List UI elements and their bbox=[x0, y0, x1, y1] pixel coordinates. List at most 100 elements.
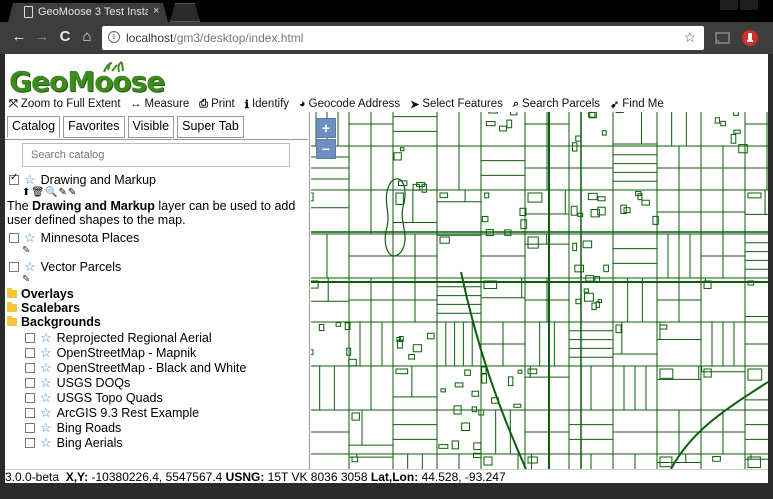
minimize-button[interactable] bbox=[720, 0, 738, 10]
parcel-outline bbox=[392, 453, 438, 469]
parcel-outline bbox=[612, 189, 658, 235]
parcel-outline bbox=[351, 456, 359, 463]
parcel-outline bbox=[438, 444, 449, 449]
favorite-star-icon[interactable]: ☆ bbox=[24, 172, 36, 188]
parcel-outline bbox=[597, 299, 603, 304]
usng-label: USNG: bbox=[225, 470, 265, 483]
parcel-outline bbox=[481, 366, 487, 374]
address-bar[interactable]: i localhost/gm3/desktop/index.html ☆ bbox=[102, 26, 704, 50]
favorite-star-icon[interactable]: ☆ bbox=[40, 420, 52, 436]
cast-icon[interactable] bbox=[714, 29, 732, 47]
layer-checkbox[interactable] bbox=[9, 172, 19, 185]
parcel-outline bbox=[601, 130, 607, 136]
wrench-icon[interactable]: ✎ bbox=[22, 274, 30, 285]
maximize-button[interactable] bbox=[740, 0, 758, 10]
folder-label: Overlays bbox=[21, 287, 74, 301]
forward-icon[interactable]: → bbox=[33, 28, 51, 46]
usng-value: 15T VK 8036 3058 bbox=[267, 470, 368, 483]
favorite-star-icon[interactable]: ☆ bbox=[40, 345, 52, 361]
favorite-star-icon[interactable]: ☆ bbox=[40, 390, 52, 406]
layer-checkbox[interactable] bbox=[9, 233, 19, 243]
parcel-outline bbox=[583, 292, 594, 302]
close-tab-icon[interactable]: × bbox=[153, 5, 159, 17]
toolbar-print[interactable]: ⎙ Print bbox=[199, 96, 234, 112]
layer-checkbox[interactable] bbox=[25, 438, 35, 448]
parcel-outline bbox=[412, 344, 423, 353]
document-icon bbox=[24, 6, 33, 18]
parcel-outline bbox=[744, 233, 768, 279]
layer-checkbox[interactable] bbox=[25, 348, 35, 358]
toolbar-geocode-address[interactable]: ◕ Geocode Address bbox=[299, 96, 400, 112]
tab-favorites[interactable]: Favorites bbox=[63, 116, 125, 138]
layer-checkbox[interactable] bbox=[25, 378, 35, 388]
site-info-icon[interactable]: i bbox=[108, 31, 120, 43]
favorite-star-icon[interactable]: ☆ bbox=[40, 435, 52, 451]
favorite-star-icon[interactable]: ☆ bbox=[24, 230, 36, 246]
parcel-outline bbox=[485, 121, 496, 127]
parcel-outline bbox=[582, 240, 593, 249]
layer-label: Bing Aerials bbox=[56, 436, 123, 450]
favorite-star-icon[interactable]: ☆ bbox=[40, 375, 52, 391]
layer-checkbox[interactable] bbox=[25, 408, 35, 418]
toolbar-identify[interactable]: ℹ Identify bbox=[245, 96, 289, 112]
wrench-icon[interactable]: ✎ bbox=[22, 245, 30, 256]
layer-checkbox[interactable] bbox=[25, 393, 35, 403]
parcel-outline bbox=[659, 324, 668, 330]
toolbar-search-parcels[interactable]: ⌕ Search Parcels bbox=[513, 96, 600, 112]
drawing-tools[interactable]: ⬆🗑🔍✎✎ bbox=[22, 187, 77, 198]
background-layer-item: ☆ Reprojected Regional Aerial bbox=[25, 330, 212, 346]
parcel-outline bbox=[720, 120, 726, 127]
folder-backgrounds[interactable]: Backgrounds bbox=[7, 315, 101, 329]
tab-super-tab[interactable]: Super Tab bbox=[177, 116, 244, 138]
toolbar-label: Print bbox=[211, 98, 235, 110]
map-view[interactable]: + − bbox=[311, 112, 768, 469]
parcel-outline bbox=[714, 117, 721, 124]
favorite-star-icon[interactable]: ☆ bbox=[40, 330, 52, 346]
parcel-outline bbox=[656, 365, 702, 411]
layer-checkbox[interactable] bbox=[9, 262, 19, 272]
parcel-outline bbox=[712, 456, 721, 462]
tab-divider bbox=[5, 139, 308, 140]
toolbar-measure[interactable]: ↔ Measure bbox=[131, 96, 190, 112]
folder-scalebars[interactable]: Scalebars bbox=[7, 301, 80, 315]
parcel-outline bbox=[392, 409, 438, 455]
catalog-search-input[interactable] bbox=[22, 143, 290, 167]
parcel-outline bbox=[439, 236, 450, 244]
browser-tab[interactable]: GeoMoose 3 Test Instance × bbox=[8, 3, 168, 22]
background-layer-item: ☆ USGS DOQs bbox=[25, 375, 130, 391]
parcel-map bbox=[311, 112, 768, 469]
layer-checkbox[interactable] bbox=[25, 363, 35, 373]
favorite-star-icon[interactable]: ☆ bbox=[40, 405, 52, 421]
toolbar-zoom-to-full-extent[interactable]: ⤧ Zoom to Full Extent bbox=[9, 96, 121, 112]
toolbar-select-features[interactable]: ➤ Select Features bbox=[410, 96, 503, 112]
layer-checkbox[interactable] bbox=[25, 333, 35, 343]
zoom-out-button[interactable]: − bbox=[316, 139, 336, 159]
favorite-star-icon[interactable]: ☆ bbox=[40, 360, 52, 376]
favorite-star-icon[interactable]: ☆ bbox=[24, 259, 36, 275]
parcel-outline bbox=[480, 409, 526, 455]
tab-catalog[interactable]: Catalog bbox=[7, 116, 61, 138]
parcel-outline bbox=[577, 212, 584, 217]
back-icon[interactable]: ← bbox=[10, 28, 28, 46]
latlon-value: 44.528, -93.247 bbox=[421, 470, 506, 483]
toolbar-find-me[interactable]: ➶ Find Me bbox=[610, 96, 664, 112]
tab-visible[interactable]: Visible bbox=[127, 116, 175, 138]
parcel-outline bbox=[484, 192, 490, 199]
home-icon[interactable]: ⌂ bbox=[78, 28, 96, 46]
parcel-outline bbox=[703, 368, 712, 378]
geomoose-logo: GeoMoose bbox=[9, 60, 169, 98]
parcel-outline bbox=[480, 145, 526, 191]
zoom-in-button[interactable]: + bbox=[316, 118, 336, 138]
parcel-outline bbox=[733, 129, 741, 134]
extension-icon[interactable] bbox=[741, 29, 759, 47]
parcel-outline bbox=[488, 112, 498, 114]
parcel-outline bbox=[440, 388, 446, 393]
bookmark-star-icon[interactable]: ☆ bbox=[683, 29, 696, 46]
folder-overlays[interactable]: Overlays bbox=[7, 287, 74, 301]
new-tab-button[interactable] bbox=[170, 3, 200, 22]
layer-checkbox[interactable] bbox=[25, 423, 35, 433]
parcel-outline bbox=[594, 275, 601, 283]
layer-tool-icons[interactable]: ⬆🗑🔍✎✎ bbox=[22, 187, 77, 198]
parcel-outline bbox=[451, 440, 460, 450]
reload-icon[interactable]: C bbox=[56, 28, 74, 46]
